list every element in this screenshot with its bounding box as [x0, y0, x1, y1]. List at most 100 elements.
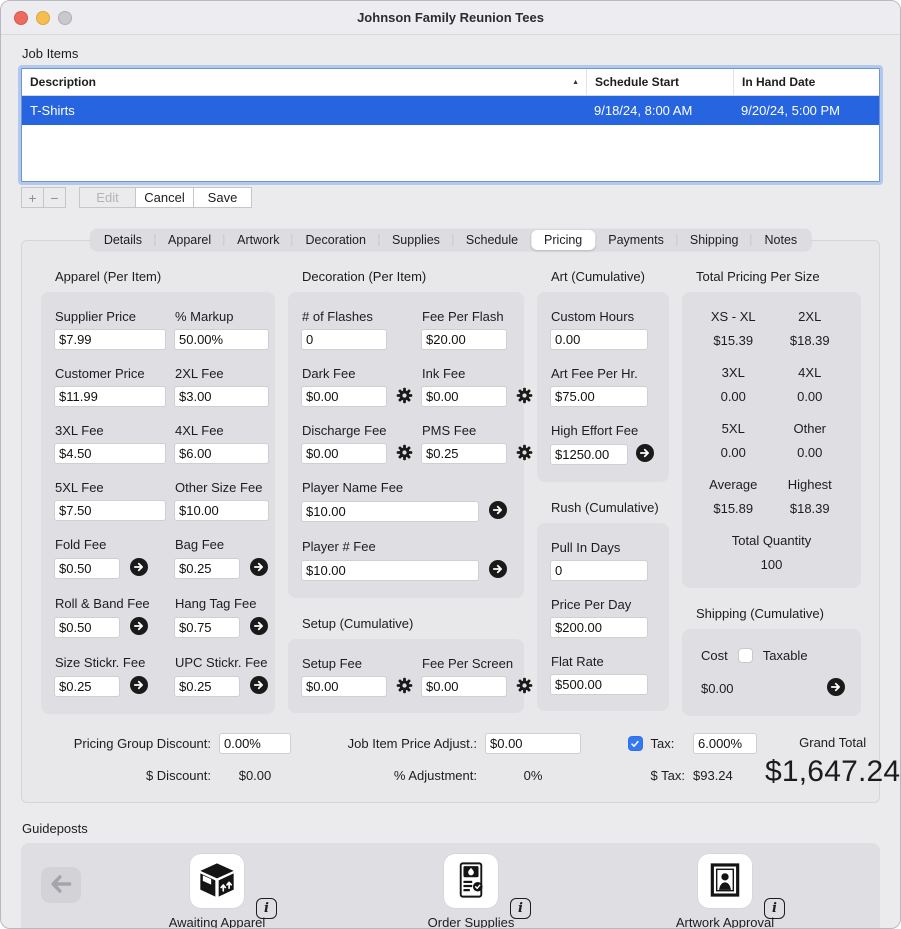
- tax-rate-input[interactable]: [693, 733, 757, 754]
- taxable-checkbox[interactable]: [738, 648, 753, 663]
- arrow-right-circle-icon: [488, 500, 508, 523]
- column-header-in-hand-date[interactable]: In Hand Date: [733, 69, 879, 95]
- size-5xl-value: 0.00: [695, 445, 772, 460]
- order-supplies-info-button[interactable]: i: [510, 898, 531, 919]
- tab-shipping[interactable]: Shipping: [677, 230, 752, 250]
- apparel-column: Apparel (Per Item) Supplier Price % Mark…: [41, 269, 275, 716]
- customer-price-input[interactable]: [54, 386, 166, 407]
- fee-per-screen-label: Fee Per Screen: [422, 656, 533, 671]
- art-fee-per-hr-input[interactable]: [550, 386, 648, 407]
- ink-fee-settings-button[interactable]: [516, 387, 533, 407]
- pricing-group-discount-input[interactable]: [219, 733, 291, 754]
- flat-rate-input[interactable]: [550, 674, 648, 695]
- remove-job-item-button[interactable]: −: [43, 187, 66, 208]
- awaiting-apparel-info-button[interactable]: i: [256, 898, 277, 919]
- gear-icon: [516, 444, 533, 464]
- fee-per-screen-settings-button[interactable]: [516, 677, 533, 697]
- artwork-approval-button[interactable]: [698, 854, 752, 908]
- awaiting-apparel-label: Awaiting Apparel: [169, 915, 266, 929]
- fee-2xl-input[interactable]: [174, 386, 269, 407]
- column-header-description[interactable]: Description ▲: [22, 69, 586, 95]
- tab-pricing[interactable]: Pricing: [531, 230, 595, 250]
- shipping-cost-apply-button[interactable]: [826, 677, 846, 700]
- add-job-item-button[interactable]: +: [21, 187, 44, 208]
- decoration-column: Decoration (Per Item) # of Flashes Fee P…: [288, 269, 524, 716]
- awaiting-apparel-button[interactable]: [190, 854, 244, 908]
- upc-stickr-fee-input[interactable]: [174, 676, 240, 697]
- pms-fee-input[interactable]: [421, 443, 507, 464]
- column-header-in-hand-date-label: In Hand Date: [742, 75, 815, 89]
- tab-decoration[interactable]: Decoration: [293, 230, 379, 250]
- save-button[interactable]: Save: [193, 187, 252, 208]
- player-num-fee-input[interactable]: [301, 560, 479, 581]
- dark-fee-settings-button[interactable]: [396, 387, 413, 407]
- setup-fee-settings-button[interactable]: [396, 677, 413, 697]
- high-effort-fee-apply-button[interactable]: [635, 443, 655, 466]
- hang-tag-fee-apply-button[interactable]: [249, 616, 269, 639]
- job-item-price-adjust-input[interactable]: [485, 733, 581, 754]
- artwork-approval-info-button[interactable]: i: [764, 898, 785, 919]
- supplier-price-input[interactable]: [54, 329, 166, 350]
- fee-3xl-input[interactable]: [54, 443, 166, 464]
- average-label: Average: [695, 477, 772, 492]
- roll-band-fee-input[interactable]: [54, 617, 120, 638]
- roll-band-fee-apply-button[interactable]: [129, 616, 149, 639]
- table-row-selected[interactable]: T-Shirts 9/18/24, 8:00 AM 9/20/24, 5:00 …: [22, 96, 879, 125]
- tab-supplies[interactable]: Supplies: [379, 230, 453, 250]
- guidepost-back-button[interactable]: [41, 867, 81, 903]
- size-stickr-fee-input[interactable]: [54, 676, 120, 697]
- cancel-button[interactable]: Cancel: [135, 187, 194, 208]
- fee-other-size-input[interactable]: [174, 500, 269, 521]
- job-item-price-adjust-label: Job Item Price Adjust.:: [348, 736, 477, 751]
- fee-5xl-input[interactable]: [54, 500, 166, 521]
- tab-artwork[interactable]: Artwork: [224, 230, 292, 250]
- fee-per-flash-input[interactable]: [421, 329, 507, 350]
- tab-details[interactable]: Details: [91, 230, 155, 250]
- bag-fee-apply-button[interactable]: [249, 557, 269, 580]
- price-per-day-input[interactable]: [550, 617, 648, 638]
- total-quantity-value: 100: [695, 557, 848, 572]
- high-effort-fee-input[interactable]: [550, 444, 628, 465]
- fee-4xl-input[interactable]: [174, 443, 269, 464]
- size-stickr-fee-apply-button[interactable]: [129, 675, 149, 698]
- tab-schedule[interactable]: Schedule: [453, 230, 531, 250]
- pull-in-days-input[interactable]: [550, 560, 648, 581]
- setup-fee-input[interactable]: [301, 676, 387, 697]
- tax-checkbox[interactable]: [628, 736, 643, 751]
- arrow-right-circle-icon: [249, 675, 269, 698]
- dark-fee-input[interactable]: [301, 386, 387, 407]
- hang-tag-fee-label: Hang Tag Fee: [175, 596, 269, 611]
- bag-fee-input[interactable]: [174, 558, 240, 579]
- fold-fee-input[interactable]: [54, 558, 120, 579]
- pms-fee-settings-button[interactable]: [516, 444, 533, 464]
- cell-description: T-Shirts: [22, 103, 586, 118]
- tab-notes[interactable]: Notes: [752, 230, 811, 250]
- upc-stickr-fee-apply-button[interactable]: [249, 675, 269, 698]
- player-name-fee-apply-button[interactable]: [488, 500, 508, 523]
- discharge-fee-input[interactable]: [301, 443, 387, 464]
- arrow-right-circle-icon: [129, 616, 149, 639]
- close-window-button[interactable]: [14, 11, 28, 25]
- fold-fee-label: Fold Fee: [55, 537, 166, 552]
- art-column: Art (Cumulative) Custom Hours Art Fee Pe…: [537, 269, 669, 716]
- column-header-schedule-start[interactable]: Schedule Start: [586, 69, 733, 95]
- dark-fee-label: Dark Fee: [302, 366, 413, 381]
- discount-amount-label: $ Discount:: [74, 768, 211, 783]
- fee-per-screen-input[interactable]: [421, 676, 507, 697]
- custom-hours-input[interactable]: [550, 329, 648, 350]
- minimize-window-button[interactable]: [36, 11, 50, 25]
- player-num-fee-apply-button[interactable]: [488, 559, 508, 582]
- package-icon: [197, 860, 237, 903]
- markup-input[interactable]: [174, 329, 269, 350]
- tab-payments[interactable]: Payments: [595, 230, 677, 250]
- ink-fee-input[interactable]: [421, 386, 507, 407]
- order-supplies-button[interactable]: [444, 854, 498, 908]
- discharge-fee-settings-button[interactable]: [396, 444, 413, 464]
- player-name-fee-input[interactable]: [301, 501, 479, 522]
- highest-label: Highest: [772, 477, 849, 492]
- total-quantity-label: Total Quantity: [695, 533, 848, 548]
- fold-fee-apply-button[interactable]: [129, 557, 149, 580]
- tab-apparel[interactable]: Apparel: [155, 230, 224, 250]
- hang-tag-fee-input[interactable]: [174, 617, 240, 638]
- num-flashes-input[interactable]: [301, 329, 387, 350]
